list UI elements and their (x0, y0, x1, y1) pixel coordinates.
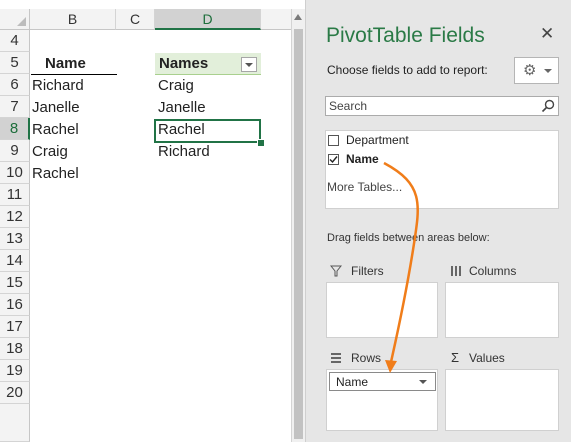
fill-handle[interactable] (257, 139, 265, 147)
vertical-scrollbar[interactable] (291, 9, 305, 442)
values-area-label: Values (469, 351, 505, 365)
scrollbar-thumb[interactable] (294, 29, 303, 439)
values-area[interactable] (445, 369, 559, 431)
row-header-12[interactable]: 12 (0, 206, 30, 228)
row-header-9[interactable]: 9 (0, 140, 30, 162)
scroll-up-icon[interactable] (294, 14, 302, 20)
rows-field-chip[interactable]: Name (329, 372, 436, 391)
column-header-d[interactable]: D (155, 9, 261, 30)
row-header-18[interactable]: 18 (0, 338, 30, 360)
row-header-20[interactable]: 20 (0, 382, 30, 404)
field-name[interactable]: Name (346, 152, 379, 166)
cell-d7[interactable]: Janelle (158, 97, 206, 119)
row-header-4[interactable]: 4 (0, 30, 30, 52)
field-department[interactable]: Department (346, 133, 409, 147)
row-header-19[interactable]: 19 (0, 360, 30, 382)
checkbox-name[interactable] (328, 154, 339, 165)
row-header-11[interactable]: 11 (0, 184, 30, 206)
active-cell-border (154, 119, 261, 143)
filters-area[interactable] (326, 282, 438, 338)
filter-icon (330, 265, 342, 277)
rows-area-label: Rows (351, 351, 382, 365)
columns-area[interactable] (445, 282, 559, 338)
choose-fields-label: Choose fields to add to report: (327, 63, 488, 77)
cell-d9[interactable]: Richard (158, 141, 210, 163)
drag-instructions: Drag fields between areas below: (327, 232, 490, 244)
cell-b5[interactable]: Name (45, 53, 86, 75)
row-header-15[interactable]: 15 (0, 272, 30, 294)
row-header-8[interactable]: 8 (0, 118, 30, 140)
checkbox-department[interactable] (328, 135, 339, 146)
rows-chip-label: Name (336, 375, 369, 389)
select-all-corner[interactable] (0, 9, 30, 30)
row-header-rest[interactable] (0, 404, 30, 442)
cell-d6[interactable]: Craig (158, 75, 194, 97)
search-placeholder: Search (329, 99, 368, 113)
row-header-16[interactable]: 16 (0, 294, 30, 316)
chevron-down-icon (419, 380, 427, 384)
row-header-6[interactable]: 6 (0, 74, 30, 96)
gear-icon: ⚙ (523, 62, 537, 79)
filters-area-label: Filters (351, 264, 384, 278)
column-header-c[interactable]: C (116, 9, 155, 30)
search-input[interactable]: Search (325, 96, 559, 116)
close-icon[interactable]: ✕ (540, 24, 554, 44)
cell-b10[interactable]: Rachel (32, 163, 79, 185)
pivot-header-label: Names (159, 55, 209, 72)
row-header-7[interactable]: 7 (0, 96, 30, 118)
column-header-b[interactable]: B (30, 9, 116, 30)
row-header-10[interactable]: 10 (0, 162, 30, 184)
more-tables-link[interactable]: More Tables... (327, 180, 402, 194)
row-header-13[interactable]: 13 (0, 228, 30, 250)
rows-icon (331, 353, 341, 363)
column-header-blank[interactable] (261, 9, 291, 30)
row-header-5[interactable]: 5 (0, 52, 30, 74)
pane-title: PivotTable Fields (326, 24, 485, 47)
search-icon (541, 99, 555, 113)
columns-area-label: Columns (469, 264, 517, 278)
sigma-icon: Σ (451, 350, 460, 365)
row-header-17[interactable]: 17 (0, 316, 30, 338)
cell-b6[interactable]: Richard (32, 75, 84, 97)
row-header-14[interactable]: 14 (0, 250, 30, 272)
chevron-down-icon (544, 69, 552, 73)
cell-b7[interactable]: Janelle (32, 97, 80, 119)
columns-icon (451, 266, 461, 276)
check-icon (329, 156, 338, 164)
filter-dropdown-button[interactable] (241, 57, 257, 72)
tools-button[interactable]: ⚙ (514, 57, 559, 84)
cell-b8[interactable]: Rachel (32, 119, 79, 141)
cell-b9[interactable]: Craig (32, 141, 68, 163)
